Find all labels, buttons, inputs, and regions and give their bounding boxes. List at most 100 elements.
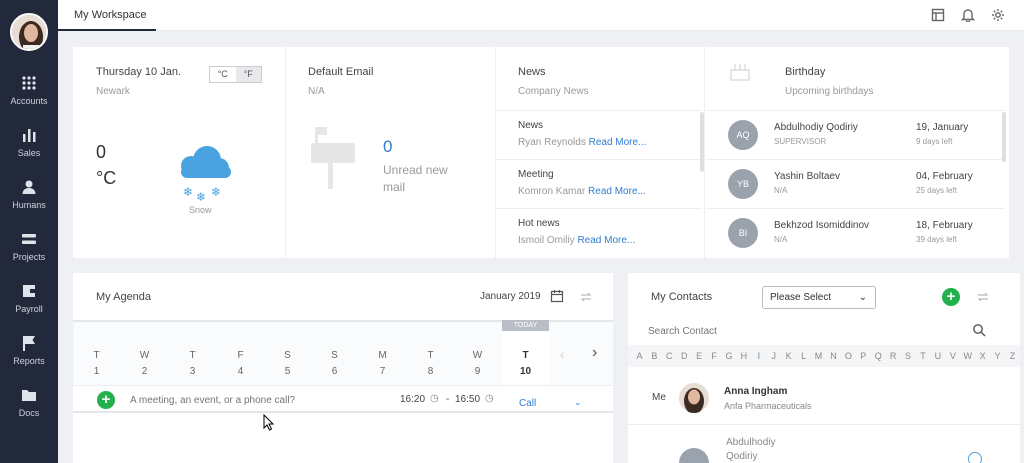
news-item[interactable]: Meeting Komron Kamar Read More... <box>518 169 646 197</box>
day-number: 7 <box>379 366 386 377</box>
add-contact-button[interactable]: + <box>942 288 960 306</box>
divider <box>628 424 1020 425</box>
day-number: 6 <box>331 366 338 377</box>
grid-icon <box>22 75 36 90</box>
birthday-scrollbar[interactable] <box>1002 112 1006 162</box>
agenda-day[interactable]: S6 <box>311 320 358 385</box>
alphabet-letter[interactable]: E <box>692 351 707 361</box>
temperature-unit-toggle[interactable]: °C °F <box>209 66 262 83</box>
sidebar-item-docs[interactable]: Docs <box>0 376 58 428</box>
day-number: 5 <box>284 366 291 377</box>
alphabet-letter[interactable]: V <box>945 351 960 361</box>
alphabet-letter[interactable]: M <box>811 351 826 361</box>
refresh-icon[interactable] <box>579 290 593 304</box>
alphabet-letter[interactable]: L <box>796 351 811 361</box>
read-more-link[interactable]: Read More... <box>577 235 635 246</box>
alphabet-letter[interactable]: H <box>736 351 751 361</box>
agenda-type-select[interactable]: Call <box>519 398 536 409</box>
contact-name[interactable]: Anna Ingham <box>724 386 787 397</box>
user-avatar[interactable] <box>10 13 48 51</box>
clock-icon[interactable]: ◷ <box>430 393 439 404</box>
divider <box>496 208 702 209</box>
alphabet-letter[interactable]: O <box>841 351 856 361</box>
user-avatar-wrap[interactable] <box>0 0 58 64</box>
add-agenda-button[interactable]: + <box>97 391 115 409</box>
news-item[interactable]: Hot news Ismoil Omiliy Read More... <box>518 218 635 246</box>
birthday-row[interactable]: YB Yashin Boltaev N/A 04, February 25 da… <box>706 159 1004 208</box>
svg-text:❄: ❄ <box>196 190 206 202</box>
start-time[interactable]: 16:20 <box>400 394 425 405</box>
alphabet-letter[interactable]: I <box>751 351 766 361</box>
tab-my-workspace[interactable]: My Workspace <box>58 0 156 31</box>
alphabet-letter[interactable]: Q <box>871 351 886 361</box>
contacts-filter-select[interactable]: Please Select ⌄ <box>762 286 876 309</box>
today-badge: TODAY <box>502 320 549 331</box>
birthday-row[interactable]: AQ Abdulhodiy Qodiriy SUPERVISOR 19, Jan… <box>706 110 1004 159</box>
sidebar-item-accounts[interactable]: Accounts <box>0 64 58 116</box>
sidebar-item-label: Payroll <box>15 303 43 314</box>
sidebar-item-label: Sales <box>17 147 41 158</box>
info-icon[interactable] <box>968 452 982 463</box>
agenda-day[interactable]: F4 <box>217 320 264 385</box>
alphabet-letter[interactable]: B <box>647 351 662 361</box>
alphabet-letter[interactable]: K <box>781 351 796 361</box>
agenda-day[interactable]: T1 <box>73 320 120 385</box>
alphabet-letter[interactable]: Z <box>1005 351 1020 361</box>
alphabet-letter[interactable]: U <box>930 351 945 361</box>
end-time[interactable]: 16:50 <box>455 394 480 405</box>
gear-icon[interactable] <box>991 8 1005 22</box>
unread-mail-count[interactable]: 0 <box>383 137 392 157</box>
alphabet-letter[interactable]: T <box>916 351 931 361</box>
agenda-day[interactable]: T3 <box>169 320 216 385</box>
unit-fahrenheit[interactable]: °F <box>235 67 261 82</box>
clock-icon[interactable]: ◷ <box>485 393 494 404</box>
layout-icon[interactable] <box>931 8 945 22</box>
avatar[interactable] <box>679 383 709 413</box>
contact-name[interactable]: Abdulhodiy <box>726 437 775 448</box>
next-week-arrow-icon[interactable]: › <box>592 344 597 362</box>
agenda-day[interactable]: S5 <box>264 320 311 385</box>
news-item[interactable]: News Ryan Reynolds Read More... <box>518 120 646 148</box>
news-item-author: Ismoil Omiliy <box>518 235 575 246</box>
agenda-day-today[interactable]: TODAY T 10 <box>502 320 549 385</box>
alphabet-letter[interactable]: R <box>886 351 901 361</box>
sidebar-item-label: Humans <box>12 199 46 210</box>
day-letter: T <box>93 350 100 361</box>
sidebar-item-reports[interactable]: Reports <box>0 324 58 376</box>
alphabet-letter[interactable]: D <box>677 351 692 361</box>
prev-week-arrow-icon[interactable]: ‹ <box>560 346 565 362</box>
sidebar-item-sales[interactable]: Sales <box>0 116 58 168</box>
alphabet-letter[interactable]: P <box>856 351 871 361</box>
alphabet-letter[interactable]: X <box>975 351 990 361</box>
bell-icon[interactable] <box>960 8 976 23</box>
read-more-link[interactable]: Read More... <box>588 186 646 197</box>
search-icon[interactable] <box>972 323 986 337</box>
search-contact-input[interactable] <box>648 322 948 340</box>
agenda-day[interactable]: M7 <box>359 320 406 385</box>
chevron-down-icon[interactable]: ⌄ <box>574 397 582 408</box>
news-item-author: Ryan Reynolds <box>518 137 586 148</box>
alphabet-letter[interactable]: S <box>901 351 916 361</box>
alphabet-letter[interactable]: J <box>766 351 781 361</box>
birthday-row[interactable]: BI Bekhzod Isomiddinov N/A 18, February … <box>706 208 1004 257</box>
unit-celsius[interactable]: °C <box>210 67 236 82</box>
read-more-link[interactable]: Read More... <box>589 137 647 148</box>
day-letter: W <box>472 350 483 361</box>
alphabet-letter[interactable]: G <box>722 351 737 361</box>
alphabet-letter[interactable]: C <box>662 351 677 361</box>
alphabet-letter[interactable]: N <box>826 351 841 361</box>
agenda-day[interactable]: T8 <box>407 320 454 385</box>
sidebar-item-projects[interactable]: Projects <box>0 220 58 272</box>
alphabet-letter[interactable]: A <box>632 351 647 361</box>
calendar-icon[interactable] <box>550 289 564 303</box>
sidebar-item-payroll[interactable]: Payroll <box>0 272 58 324</box>
alphabet-letter[interactable]: W <box>960 351 975 361</box>
sidebar-item-humans[interactable]: Humans <box>0 168 58 220</box>
agenda-day[interactable]: W9 <box>454 320 501 385</box>
refresh-icon[interactable] <box>976 290 990 304</box>
alphabet-letter[interactable]: Y <box>990 351 1005 361</box>
divider <box>73 411 613 413</box>
agenda-input[interactable] <box>130 391 390 409</box>
agenda-day[interactable]: W2 <box>121 320 168 385</box>
alphabet-letter[interactable]: F <box>707 351 722 361</box>
